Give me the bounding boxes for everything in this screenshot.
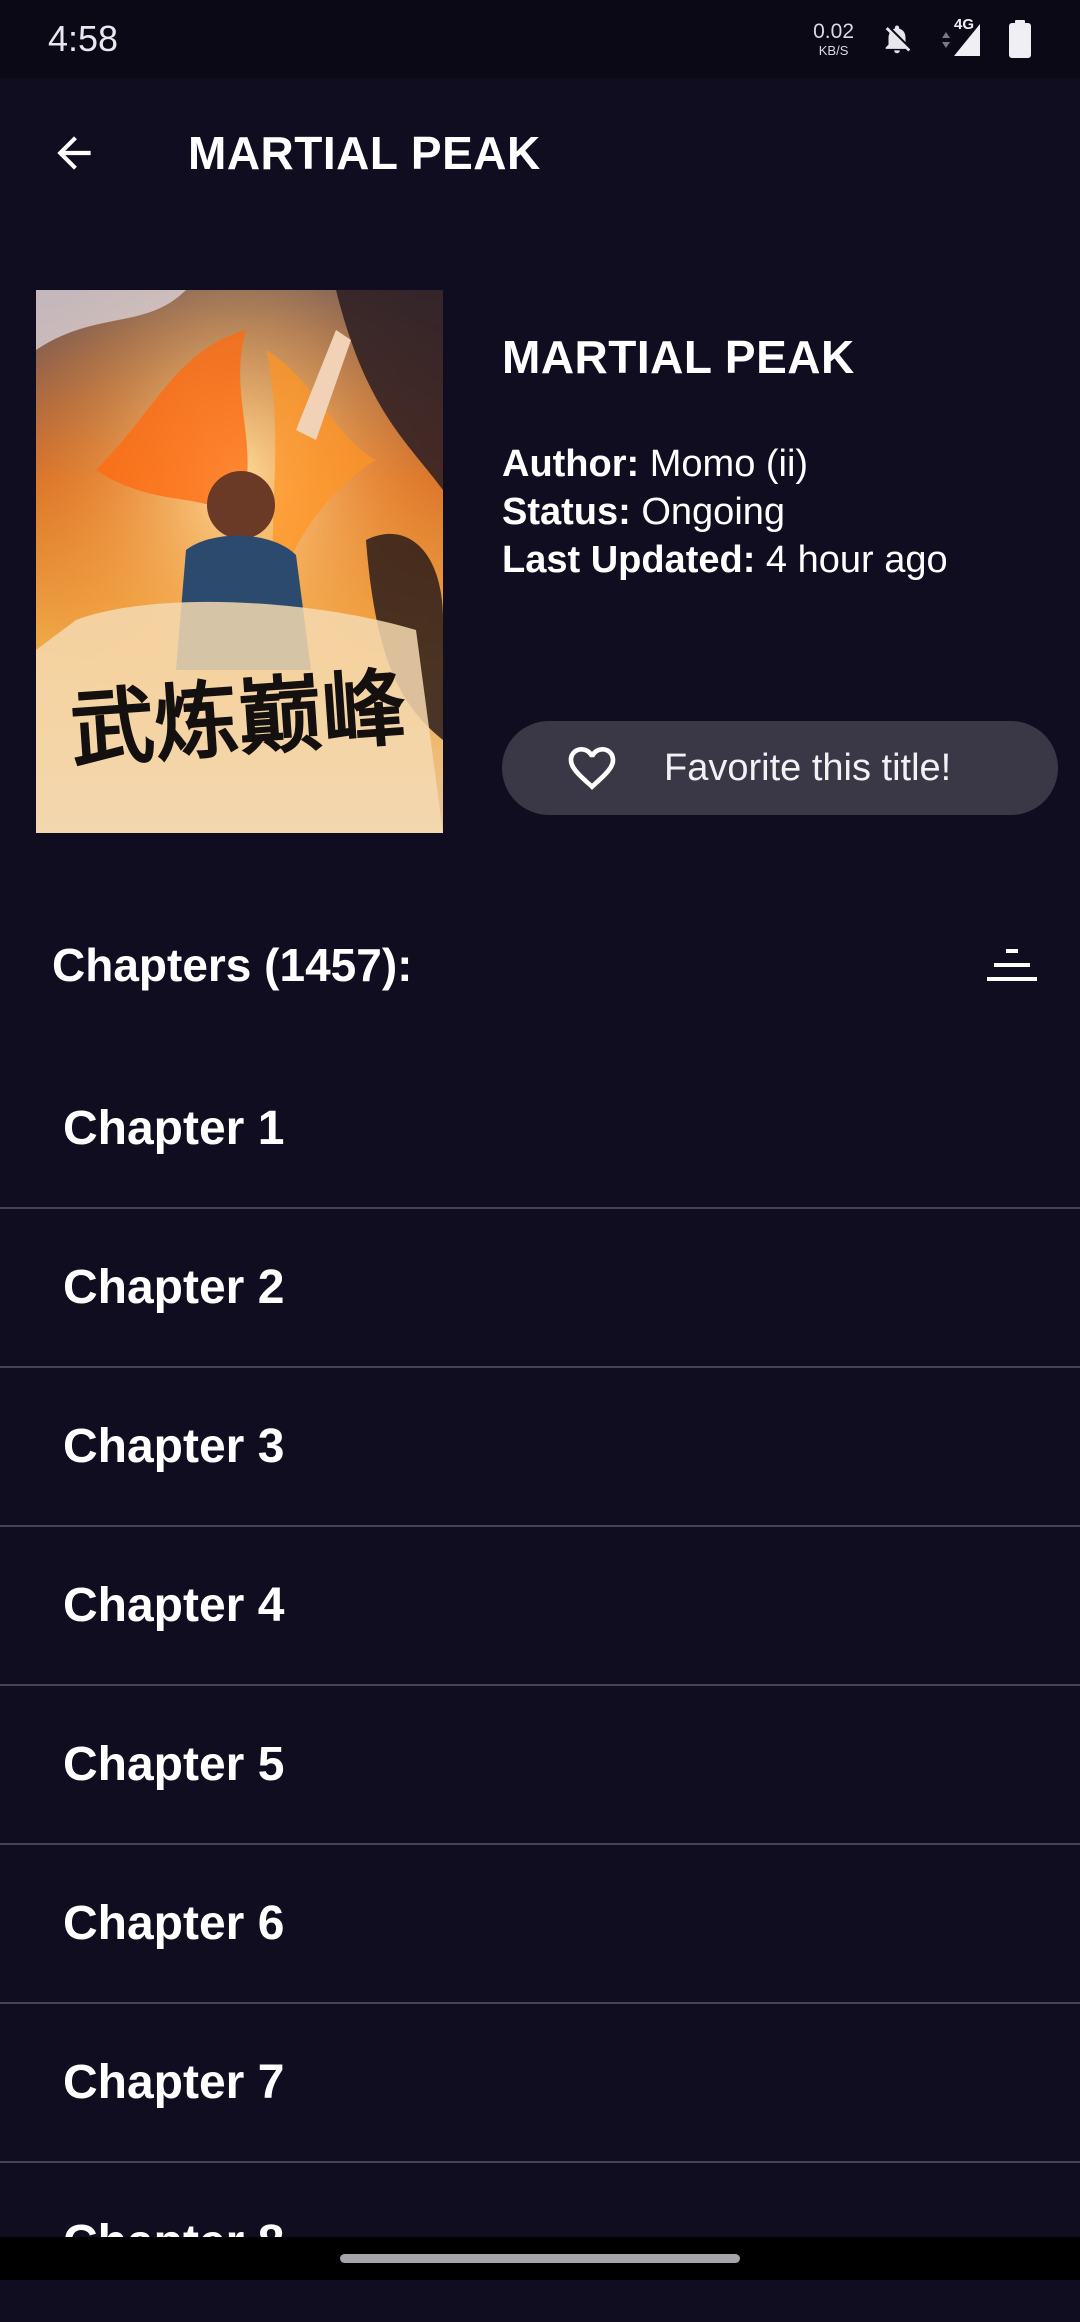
system-nav-bar (0, 2237, 1080, 2280)
meta-author-key: Author: (502, 443, 640, 485)
chapters-count-label: Chapters (1457): (52, 939, 413, 991)
chapter-title: Chapter 3 (63, 1420, 285, 1473)
network-type: 4G (954, 16, 975, 33)
chapter-row[interactable]: Chapter 7 (0, 2004, 1080, 2163)
status-bar: 4:58 0.02 KB/S 4G (0, 0, 1080, 78)
cover-image: 武炼巅峰 (36, 290, 443, 833)
chapter-title: Chapter 7 (63, 2056, 285, 2109)
status-time: 4:58 (48, 18, 119, 59)
meta-author: Author: Momo (ii) (502, 440, 1062, 488)
chapter-row[interactable]: Chapter 5 (0, 1686, 1080, 1845)
app-bar-title: MARTIAL PEAK (188, 127, 541, 179)
meta-status-key: Status: (502, 491, 631, 533)
meta-status-value: Ongoing (641, 491, 786, 533)
favorite-button[interactable]: Favorite this title! (502, 721, 1058, 815)
signal-icon: 4G (940, 16, 982, 58)
battery-icon (1008, 20, 1032, 58)
chapter-list: Chapter 1 Chapter 2 Chapter 3 Chapter 4 … (0, 1050, 1080, 2322)
chapter-title: Chapter 4 (63, 1579, 285, 1632)
chapter-title: Chapter 2 (63, 1261, 285, 1314)
heart-outline-icon (568, 747, 616, 790)
favorite-button-label: Favorite this title! (664, 746, 952, 789)
chapter-title: Chapter 5 (63, 1738, 285, 1791)
chapters-header: Chapters (1457): (0, 925, 1080, 1005)
net-speed-value: 0.02 (813, 20, 854, 43)
meta-status: Status: Ongoing (502, 488, 1062, 536)
meta-last-updated-value: 4 hour ago (765, 539, 948, 581)
bell-off-icon (880, 22, 914, 56)
net-speed-unit: KB/S (818, 43, 849, 58)
chapter-row[interactable]: Chapter 1 (0, 1050, 1080, 1209)
chapter-row[interactable]: Chapter 4 (0, 1527, 1080, 1686)
meta-last-updated-key: Last Updated: (502, 539, 756, 581)
sort-button[interactable] (980, 933, 1044, 997)
arrow-left-icon (57, 136, 91, 170)
meta-last-updated: Last Updated: 4 hour ago (502, 536, 1062, 584)
chapter-row[interactable]: Chapter 2 (0, 1209, 1080, 1368)
status-icons: 0.02 KB/S 4G (813, 16, 1032, 58)
meta-author-value: Momo (ii) (649, 443, 809, 485)
chapter-row[interactable]: Chapter 3 (0, 1368, 1080, 1527)
chapter-title: Chapter 6 (63, 1897, 285, 1950)
back-button[interactable] (36, 115, 112, 191)
manga-title: MARTIAL PEAK (502, 331, 855, 383)
chapter-row[interactable]: Chapter 6 (0, 1845, 1080, 2004)
app-bar: MARTIAL PEAK (0, 78, 1080, 228)
home-gesture-handle[interactable] (340, 2254, 740, 2263)
chapter-title: Chapter 1 (63, 1102, 285, 1155)
net-speed: 0.02 KB/S (813, 21, 854, 57)
manga-meta: Author: Momo (ii) Status: Ongoing Last U… (502, 440, 1062, 584)
sort-icon (987, 949, 1037, 981)
manga-info: MARTIAL PEAK Author: Momo (ii) Status: O… (502, 330, 1062, 584)
